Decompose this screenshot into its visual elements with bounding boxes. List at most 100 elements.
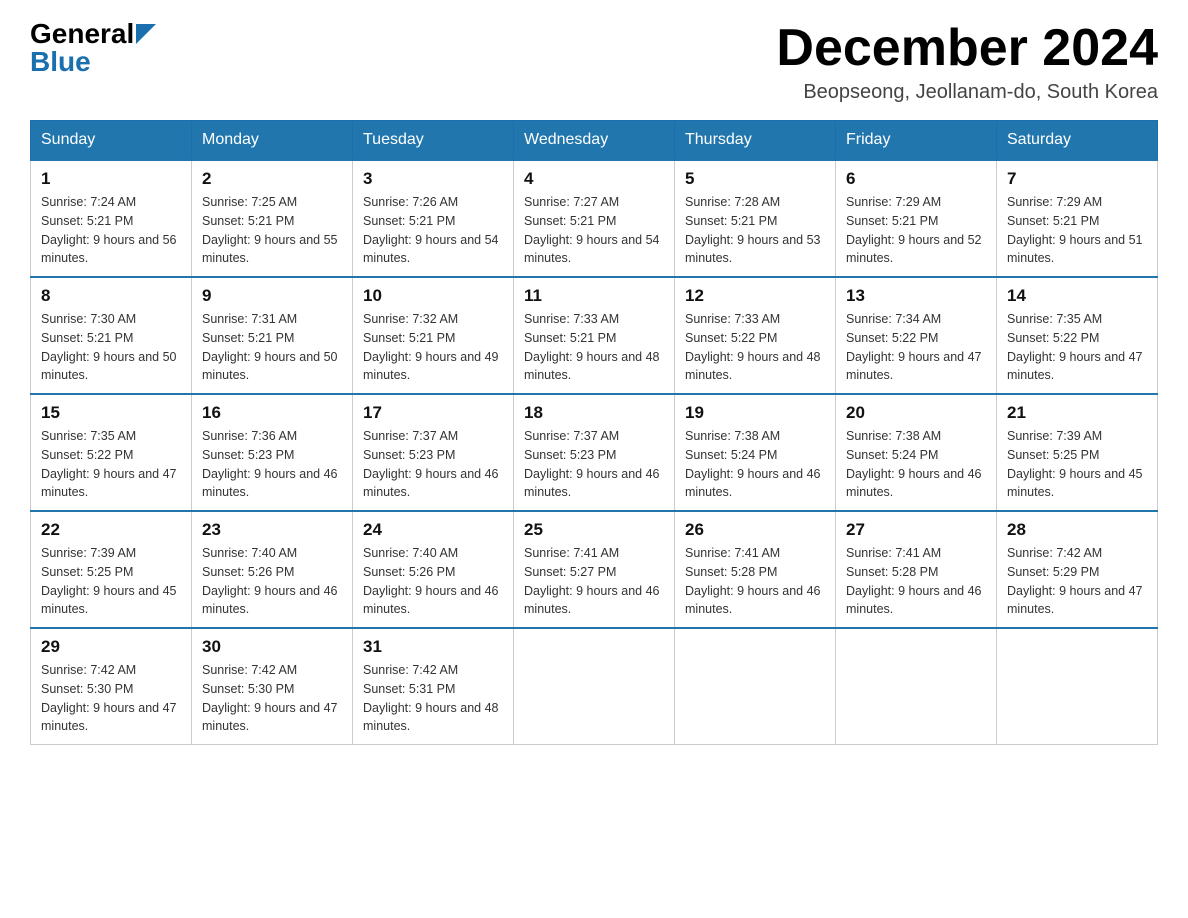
- day-number: 24: [363, 520, 503, 540]
- calendar-cell: [997, 628, 1158, 745]
- calendar-cell: 21Sunrise: 7:39 AMSunset: 5:25 PMDayligh…: [997, 394, 1158, 511]
- calendar-cell: 14 Sunrise: 7:35 AMSunset: 5:22 PMDayligh…: [997, 277, 1158, 394]
- calendar-cell: 1 Sunrise: 7:24 AMSunset: 5:21 PMDaylight…: [31, 160, 192, 277]
- day-info: Sunrise: 7:38 AMSunset: 5:24 PMDaylight:…: [685, 427, 825, 502]
- calendar-cell: 30 Sunrise: 7:42 AMSunset: 5:30 PMDayligh…: [192, 628, 353, 745]
- weekday-header-wednesday: Wednesday: [514, 121, 675, 161]
- day-number: 28: [1007, 520, 1147, 540]
- calendar-cell: 10Sunrise: 7:32 AMSunset: 5:21 PMDayligh…: [353, 277, 514, 394]
- day-info: Sunrise: 7:42 AMSunset: 5:31 PMDaylight:…: [363, 661, 503, 736]
- day-info: Sunrise: 7:37 AMSunset: 5:23 PMDaylight:…: [524, 427, 664, 502]
- calendar-cell: 12 Sunrise: 7:33 AMSunset: 5:22 PMDayligh…: [675, 277, 836, 394]
- week-row-3: 15 Sunrise: 7:35 AMSunset: 5:22 PMDayligh…: [31, 394, 1158, 511]
- day-number: 3: [363, 169, 503, 189]
- week-row-2: 8 Sunrise: 7:30 AMSunset: 5:21 PMDaylight…: [31, 277, 1158, 394]
- day-number: 31: [363, 637, 503, 657]
- weekday-header-tuesday: Tuesday: [353, 121, 514, 161]
- calendar-cell: 31 Sunrise: 7:42 AMSunset: 5:31 PMDayligh…: [353, 628, 514, 745]
- week-row-5: 29 Sunrise: 7:42 AMSunset: 5:30 PMDayligh…: [31, 628, 1158, 745]
- week-row-1: 1 Sunrise: 7:24 AMSunset: 5:21 PMDaylight…: [31, 160, 1158, 277]
- day-number: 20: [846, 403, 986, 423]
- day-number: 26: [685, 520, 825, 540]
- logo-general-text: General: [30, 20, 134, 48]
- day-info: Sunrise: 7:37 AMSunset: 5:23 PMDaylight:…: [363, 427, 503, 502]
- calendar-cell: 4Sunrise: 7:27 AMSunset: 5:21 PMDaylight…: [514, 160, 675, 277]
- day-info: Sunrise: 7:26 AMSunset: 5:21 PMDaylight:…: [363, 193, 503, 268]
- day-info: Sunrise: 7:41 AMSunset: 5:28 PMDaylight:…: [846, 544, 986, 619]
- day-number: 19: [685, 403, 825, 423]
- calendar-cell: 8 Sunrise: 7:30 AMSunset: 5:21 PMDaylight…: [31, 277, 192, 394]
- day-number: 12: [685, 286, 825, 306]
- day-info: Sunrise: 7:35 AMSunset: 5:22 PMDaylight:…: [41, 427, 181, 502]
- day-info: Sunrise: 7:36 AMSunset: 5:23 PMDaylight:…: [202, 427, 342, 502]
- day-info: Sunrise: 7:24 AMSunset: 5:21 PMDaylight:…: [41, 193, 181, 268]
- day-info: Sunrise: 7:28 AMSunset: 5:21 PMDaylight:…: [685, 193, 825, 268]
- day-number: 15: [41, 403, 181, 423]
- day-number: 11: [524, 286, 664, 306]
- calendar-cell: 15 Sunrise: 7:35 AMSunset: 5:22 PMDayligh…: [31, 394, 192, 511]
- calendar-cell: [836, 628, 997, 745]
- weekday-header-sunday: Sunday: [31, 121, 192, 161]
- week-row-4: 22Sunrise: 7:39 AMSunset: 5:25 PMDayligh…: [31, 511, 1158, 628]
- calendar-cell: 19 Sunrise: 7:38 AMSunset: 5:24 PMDayligh…: [675, 394, 836, 511]
- calendar-cell: 9Sunrise: 7:31 AMSunset: 5:21 PMDaylight…: [192, 277, 353, 394]
- day-number: 29: [41, 637, 181, 657]
- calendar-cell: 27Sunrise: 7:41 AMSunset: 5:28 PMDayligh…: [836, 511, 997, 628]
- calendar-cell: 13Sunrise: 7:34 AMSunset: 5:22 PMDayligh…: [836, 277, 997, 394]
- day-number: 30: [202, 637, 342, 657]
- month-title: December 2024: [776, 20, 1158, 77]
- calendar-cell: 20 Sunrise: 7:38 AMSunset: 5:24 PMDayligh…: [836, 394, 997, 511]
- day-number: 8: [41, 286, 181, 306]
- day-info: Sunrise: 7:29 AMSunset: 5:21 PMDaylight:…: [846, 193, 986, 268]
- calendar-table: SundayMondayTuesdayWednesdayThursdayFrid…: [30, 120, 1158, 745]
- day-number: 9: [202, 286, 342, 306]
- calendar-cell: 5 Sunrise: 7:28 AMSunset: 5:21 PMDaylight…: [675, 160, 836, 277]
- logo-triangle-icon: [136, 24, 156, 44]
- calendar-cell: 28 Sunrise: 7:42 AMSunset: 5:29 PMDayligh…: [997, 511, 1158, 628]
- day-number: 17: [363, 403, 503, 423]
- calendar-cell: [514, 628, 675, 745]
- weekday-header-friday: Friday: [836, 121, 997, 161]
- day-number: 21: [1007, 403, 1147, 423]
- day-info: Sunrise: 7:40 AMSunset: 5:26 PMDaylight:…: [363, 544, 503, 619]
- logo-blue-text: Blue: [30, 48, 91, 76]
- day-number: 6: [846, 169, 986, 189]
- day-number: 25: [524, 520, 664, 540]
- calendar-cell: 24 Sunrise: 7:40 AMSunset: 5:26 PMDayligh…: [353, 511, 514, 628]
- day-info: Sunrise: 7:42 AMSunset: 5:30 PMDaylight:…: [41, 661, 181, 736]
- calendar-cell: [675, 628, 836, 745]
- day-info: Sunrise: 7:41 AMSunset: 5:27 PMDaylight:…: [524, 544, 664, 619]
- calendar-cell: 22Sunrise: 7:39 AMSunset: 5:25 PMDayligh…: [31, 511, 192, 628]
- logo: General Blue: [30, 20, 156, 76]
- day-number: 13: [846, 286, 986, 306]
- calendar-cell: 16Sunrise: 7:36 AMSunset: 5:23 PMDayligh…: [192, 394, 353, 511]
- day-number: 7: [1007, 169, 1147, 189]
- calendar-cell: 25 Sunrise: 7:41 AMSunset: 5:27 PMDayligh…: [514, 511, 675, 628]
- day-info: Sunrise: 7:25 AMSunset: 5:21 PMDaylight:…: [202, 193, 342, 268]
- day-info: Sunrise: 7:42 AMSunset: 5:29 PMDaylight:…: [1007, 544, 1147, 619]
- day-info: Sunrise: 7:39 AMSunset: 5:25 PMDaylight:…: [41, 544, 181, 619]
- weekday-header-row: SundayMondayTuesdayWednesdayThursdayFrid…: [31, 121, 1158, 161]
- day-info: Sunrise: 7:33 AMSunset: 5:22 PMDaylight:…: [685, 310, 825, 385]
- day-info: Sunrise: 7:29 AMSunset: 5:21 PMDaylight:…: [1007, 193, 1147, 268]
- day-number: 18: [524, 403, 664, 423]
- weekday-header-saturday: Saturday: [997, 121, 1158, 161]
- weekday-header-thursday: Thursday: [675, 121, 836, 161]
- day-info: Sunrise: 7:38 AMSunset: 5:24 PMDaylight:…: [846, 427, 986, 502]
- day-info: Sunrise: 7:35 AMSunset: 5:22 PMDaylight:…: [1007, 310, 1147, 385]
- day-info: Sunrise: 7:42 AMSunset: 5:30 PMDaylight:…: [202, 661, 342, 736]
- weekday-header-monday: Monday: [192, 121, 353, 161]
- day-info: Sunrise: 7:30 AMSunset: 5:21 PMDaylight:…: [41, 310, 181, 385]
- calendar-cell: 29 Sunrise: 7:42 AMSunset: 5:30 PMDayligh…: [31, 628, 192, 745]
- calendar-cell: 11Sunrise: 7:33 AMSunset: 5:21 PMDayligh…: [514, 277, 675, 394]
- day-number: 4: [524, 169, 664, 189]
- calendar-cell: 6 Sunrise: 7:29 AMSunset: 5:21 PMDaylight…: [836, 160, 997, 277]
- day-number: 23: [202, 520, 342, 540]
- day-number: 1: [41, 169, 181, 189]
- calendar-cell: 17 Sunrise: 7:37 AMSunset: 5:23 PMDayligh…: [353, 394, 514, 511]
- day-number: 10: [363, 286, 503, 306]
- day-number: 5: [685, 169, 825, 189]
- title-area: December 2024 Beopseong, Jeollanam-do, S…: [776, 20, 1158, 104]
- day-number: 14: [1007, 286, 1147, 306]
- calendar-cell: 18 Sunrise: 7:37 AMSunset: 5:23 PMDayligh…: [514, 394, 675, 511]
